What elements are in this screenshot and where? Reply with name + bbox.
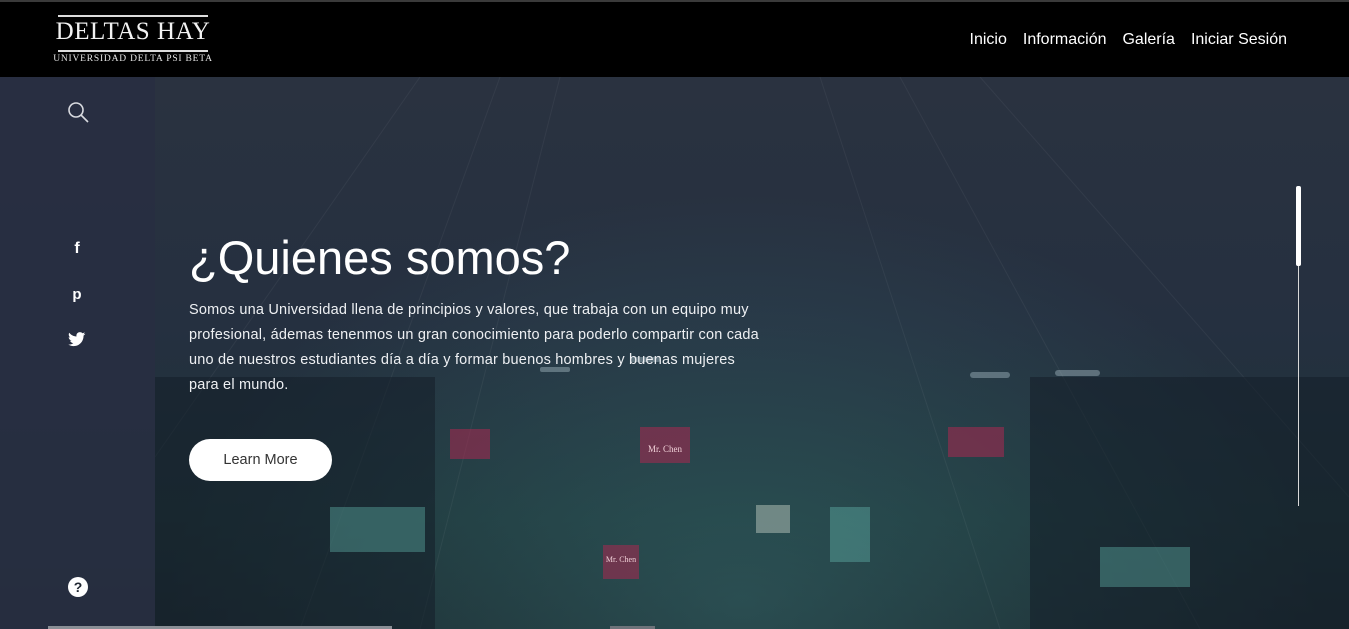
hero-description: Somos una Universidad llena de principio… [189, 302, 759, 393]
facebook-icon[interactable]: f [68, 240, 86, 258]
nav-iniciar-sesion[interactable]: Iniciar Sesión [1191, 31, 1287, 49]
twitter-icon[interactable] [67, 330, 87, 348]
learn-more-button[interactable]: Learn More [189, 439, 332, 481]
header: DELTAS HAY UNIVERSIDAD DELTA PSI BETA In… [0, 2, 1349, 77]
sign-mr-chen: Mr. Chen [648, 444, 683, 454]
logo-name: DELTAS HAY [55, 18, 211, 45]
logo[interactable]: DELTAS HAY UNIVERSIDAD DELTA PSI BETA [44, 14, 224, 66]
logo-subtitle: UNIVERSIDAD DELTA PSI BETA [53, 54, 213, 64]
logo-rule-top [58, 15, 208, 17]
pinterest-icon[interactable]: p [68, 285, 86, 303]
sign-mr-chen-small: Mr. Chen [606, 555, 636, 564]
left-sidebar [0, 77, 155, 629]
search-icon[interactable] [66, 100, 90, 124]
nav-informacion[interactable]: Información [1023, 31, 1107, 49]
help-icon[interactable]: ? [68, 577, 88, 597]
nav-galeria[interactable]: Galería [1122, 31, 1174, 49]
nav-inicio[interactable]: Inicio [970, 31, 1007, 49]
main-nav: Inicio Información Galería Iniciar Sesió… [970, 31, 1287, 49]
hero-title: ¿Quienes somos? [189, 231, 571, 284]
slide-scroll-thumb[interactable] [1296, 186, 1301, 266]
logo-rule-bottom [58, 50, 208, 52]
